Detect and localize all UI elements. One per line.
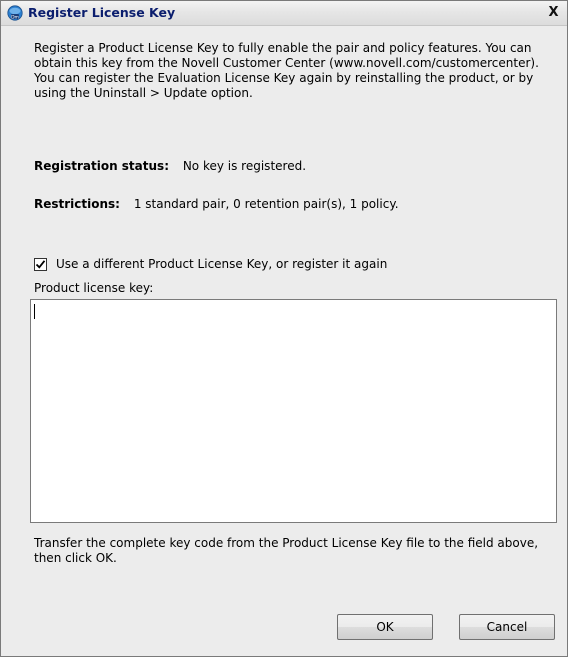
register-license-dialog: Dm Register License Key X Register a Pro… bbox=[0, 0, 568, 657]
cancel-button[interactable]: Cancel bbox=[459, 614, 555, 640]
ok-button[interactable]: OK bbox=[337, 614, 433, 640]
intro-text: Register a Product License Key to fully … bbox=[34, 41, 539, 100]
license-key-input[interactable] bbox=[30, 299, 557, 523]
svg-text:Dm: Dm bbox=[11, 14, 19, 20]
different-key-checkbox-label[interactable]: Use a different Product License Key, or … bbox=[56, 257, 387, 271]
registration-status-label: Registration status: bbox=[34, 159, 169, 173]
check-icon bbox=[35, 260, 46, 269]
license-key-label: Product license key: bbox=[34, 281, 154, 295]
registration-status-value: No key is registered. bbox=[182, 159, 307, 173]
close-icon[interactable]: X bbox=[546, 5, 561, 20]
restrictions-value: 1 standard pair, 0 retention pair(s), 1 … bbox=[133, 197, 399, 211]
restrictions-row: Restrictions: 1 standard pair, 0 retenti… bbox=[34, 197, 399, 211]
different-key-checkbox[interactable] bbox=[34, 258, 47, 271]
app-logo-icon: Dm bbox=[7, 5, 23, 21]
hint-text: Transfer the complete key code from the … bbox=[34, 536, 539, 565]
restrictions-label: Restrictions: bbox=[34, 197, 120, 211]
window-title: Register License Key bbox=[28, 5, 176, 20]
title-bar[interactable]: Dm Register License Key X bbox=[1, 1, 567, 26]
registration-status-row: Registration status: No key is registere… bbox=[34, 159, 306, 173]
text-caret bbox=[34, 304, 35, 319]
